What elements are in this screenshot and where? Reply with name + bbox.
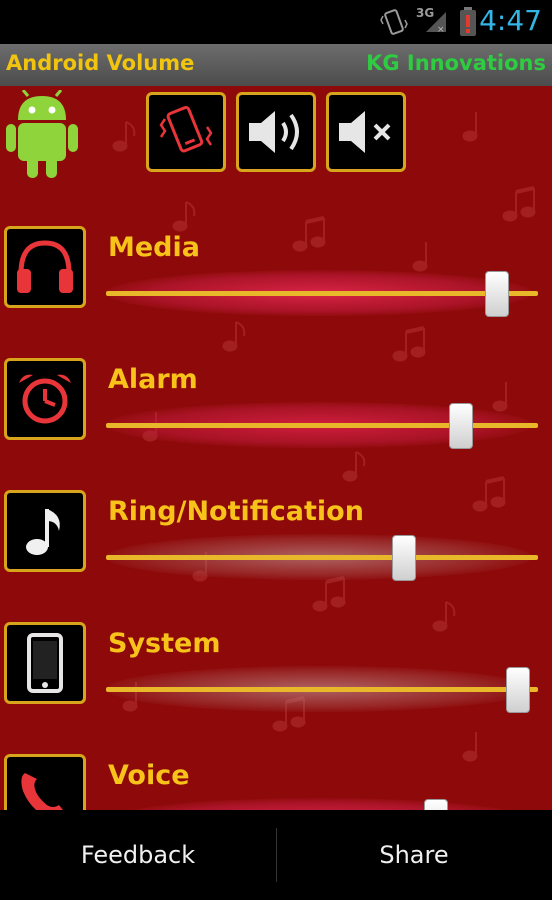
feedback-button[interactable]: Feedback [0,810,276,900]
ring-volume-slider-thumb[interactable] [392,535,416,581]
share-button[interactable]: Share [276,810,552,900]
ring-volume-icon-button[interactable] [4,490,86,572]
alarm-volume-label: Alarm [108,364,198,395]
vibrate-mode-button[interactable] [146,92,226,172]
media-volume-label: Media [108,232,200,263]
ring-volume-label: Ring/Notification [108,496,364,527]
alarm-volume-track[interactable] [106,423,538,428]
alarm-clock-icon [19,374,71,424]
voice-volume-icon-button[interactable] [4,754,86,810]
media-volume-track[interactable] [106,291,538,296]
phone-handset-icon [21,773,63,810]
app-title: Android Volume [6,51,195,75]
media-volume-slider-thumb[interactable] [485,271,509,317]
music-note-icon [26,509,60,555]
ring-volume-track[interactable] [106,555,538,560]
signal-icon: × [426,12,446,34]
vibrate-icon [380,9,408,35]
voice-volume-label: Voice [108,760,190,791]
system-volume-slider-thumb[interactable] [506,667,530,713]
battery-alert-icon [460,7,476,36]
system-volume-track[interactable] [106,687,538,692]
alarm-volume-icon-button[interactable] [4,358,86,440]
voice-volume-slider-thumb[interactable] [424,799,448,810]
main-panel: Media Alarm Ring/Notification System Voi… [0,86,552,810]
svg-text:×: × [437,25,445,34]
headphones-icon [17,240,73,293]
phone-vibrate-icon [159,105,213,153]
sound-mode-button[interactable] [236,92,316,172]
system-volume-icon-button[interactable] [4,622,86,704]
clock: 4:47 [479,4,542,37]
system-volume-label: System [108,628,221,659]
media-volume-icon-button[interactable] [4,226,86,308]
speaker-on-icon [249,111,299,153]
speaker-mute-icon [339,111,391,153]
smartphone-icon [27,633,63,693]
alarm-volume-slider-thumb[interactable] [449,403,473,449]
bottom-action-bar: Feedback Share [0,810,552,900]
developer-name: KG Innovations [366,51,546,75]
android-logo [6,90,78,178]
mute-mode-button[interactable] [326,92,406,172]
title-bar: Android Volume KG Innovations [0,44,552,86]
status-bar: 3G × 4:47 [0,0,552,44]
